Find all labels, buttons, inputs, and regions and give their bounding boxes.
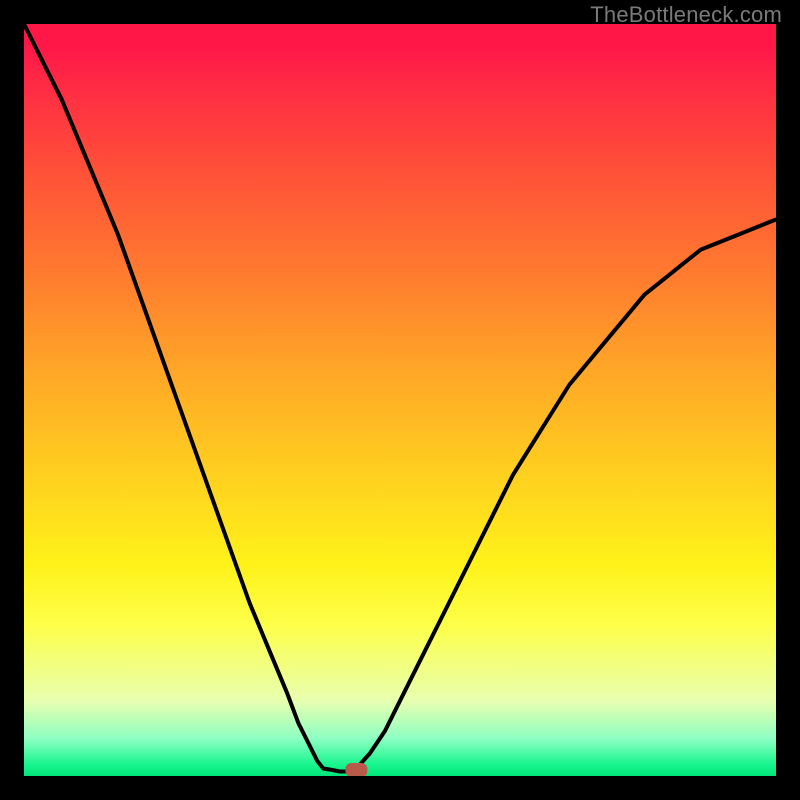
bottleneck-curve [24,24,776,772]
plot-area [24,24,776,776]
chart-overlay [24,24,776,776]
optimal-point-marker [345,763,367,776]
chart-frame: TheBottleneck.com [0,0,800,800]
watermark-text: TheBottleneck.com [590,2,782,28]
